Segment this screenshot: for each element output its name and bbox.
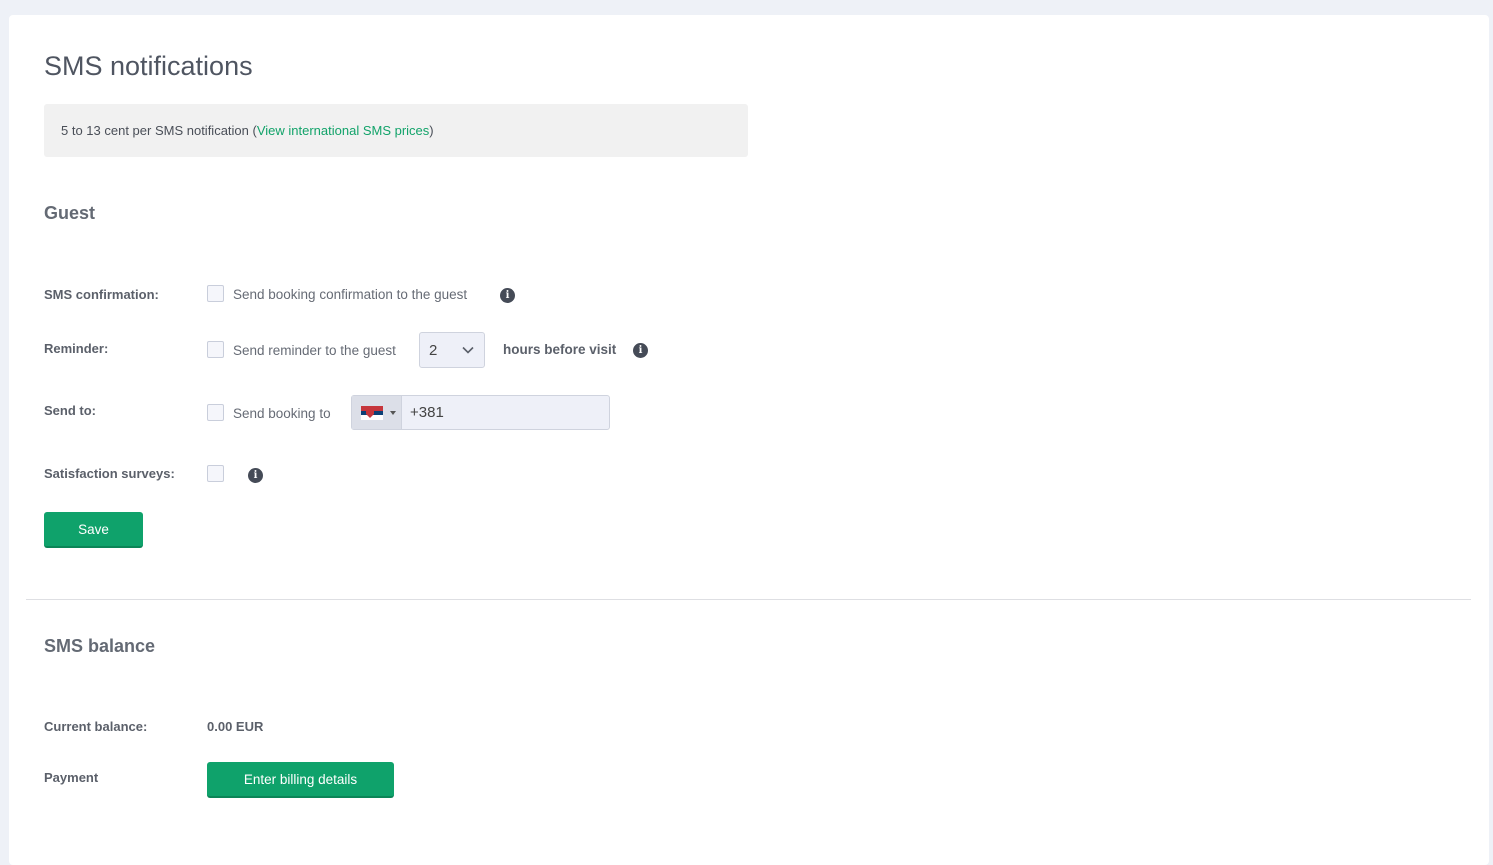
phone-input[interactable]: +381 xyxy=(351,395,610,430)
reminder-hours-select[interactable]: 2 xyxy=(419,332,485,368)
section-divider xyxy=(26,599,1471,600)
payment-label: Payment xyxy=(44,770,99,785)
chevron-down-icon xyxy=(462,346,474,354)
info-icon[interactable]: i xyxy=(633,343,648,358)
guest-section-title: Guest xyxy=(44,203,96,223)
serbia-flag-icon xyxy=(361,406,383,420)
save-button[interactable]: Save xyxy=(44,512,143,548)
satisfaction-checkbox[interactable] xyxy=(207,465,224,482)
international-prices-link[interactable]: View international SMS prices xyxy=(257,123,429,138)
caret-down-icon xyxy=(390,411,396,415)
enter-billing-details-button[interactable]: Enter billing details xyxy=(207,762,394,798)
reminder-hours-value: 2 xyxy=(429,342,438,359)
reminder-suffix: hours before visit xyxy=(503,342,617,357)
info-icon[interactable]: i xyxy=(248,468,263,483)
settings-card: SMS notifications 5 to 13 cent per SMS n… xyxy=(9,15,1489,865)
sms-confirmation-text[interactable]: Send booking confirmation to the guest xyxy=(233,287,467,302)
satisfaction-label: Satisfaction surveys: xyxy=(44,466,175,481)
current-balance-label: Current balance: xyxy=(44,719,148,734)
phone-number-value[interactable]: +381 xyxy=(410,404,444,421)
sms-confirmation-label: SMS confirmation: xyxy=(44,287,159,302)
sms-confirmation-checkbox[interactable] xyxy=(207,285,224,302)
send-to-text[interactable]: Send booking to xyxy=(233,406,331,421)
current-balance-value: 0.00 EUR xyxy=(207,719,264,734)
reminder-label: Reminder: xyxy=(44,341,109,356)
reminder-checkbox[interactable] xyxy=(207,341,224,358)
send-to-checkbox[interactable] xyxy=(207,404,224,421)
pricing-text: 5 to 13 cent per SMS notification ( xyxy=(61,123,257,138)
country-selector[interactable] xyxy=(352,396,402,429)
balance-section-title: SMS balance xyxy=(44,636,156,656)
info-icon[interactable]: i xyxy=(500,288,515,303)
pricing-text-end: ) xyxy=(429,123,434,138)
send-to-label: Send to: xyxy=(44,403,96,418)
pricing-info-box: 5 to 13 cent per SMS notification (View … xyxy=(44,104,748,157)
reminder-text[interactable]: Send reminder to the guest xyxy=(233,343,396,358)
page-title: SMS notifications xyxy=(44,51,253,81)
